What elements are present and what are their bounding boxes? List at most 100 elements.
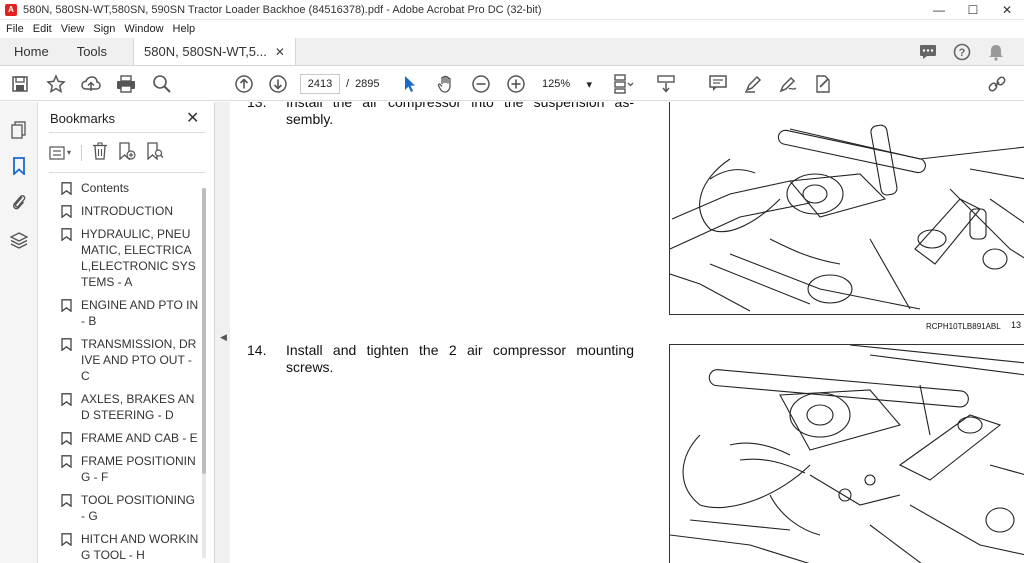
menu-bar: File Edit View Sign Window Help [0,20,1024,38]
page-separator: / [346,78,350,90]
find-bookmark-icon[interactable] [146,142,164,163]
step-14-number: 14. [247,342,267,358]
total-pages: 2895 [355,78,380,90]
delete-bookmark-icon[interactable] [92,142,108,163]
save-icon[interactable] [8,72,32,96]
menu-edit[interactable]: Edit [33,23,52,35]
fill-sign-icon[interactable] [811,72,835,96]
collapse-arrow-icon[interactable]: ◀ [220,332,227,343]
tab-document[interactable]: 580N, 580SN-WT,5... ✕ [133,38,296,65]
tab-close-icon[interactable]: ✕ [275,38,285,66]
scroll-mode-icon[interactable] [654,72,678,96]
bookmark-icon [61,533,72,546]
bookmark-icon [61,455,72,468]
tab-bar: Home Tools 580N, 580SN-WT,5... ✕ ? [0,38,1024,66]
share-link-icon[interactable] [986,72,1010,96]
panel-splitter[interactable]: ◀ [214,102,230,563]
step-14: 14. Install and tighten the 2 air compre… [247,342,647,382]
bookmark-item[interactable]: AXLES, BRAKES AND STEERING - D [61,391,211,423]
cloud-upload-icon[interactable] [79,72,103,96]
tab-tools[interactable]: Tools [63,38,121,65]
notification-bell-icon[interactable] [986,42,1006,62]
step-13: 13. Install the air compressor into the … [247,102,647,134]
page-navigator: 2413 / 2895 [300,74,380,94]
bookmark-icon [61,494,72,507]
layers-icon[interactable] [9,230,29,250]
air-compressor-installation-drawing [670,124,1024,312]
figure-14-illustration [669,344,1024,563]
bookmark-label: HYDRAULIC, PNEUMATIC, ELECTRICAL,ELECTRO… [81,227,196,289]
zoom-level-select[interactable]: 125% ▾ [538,74,596,94]
menu-help[interactable]: Help [173,23,196,35]
print-icon[interactable] [114,72,138,96]
find-search-icon[interactable] [150,72,174,96]
minimize-button[interactable]: — [922,0,956,20]
bookmark-item[interactable]: FRAME POSITIONING - F [61,453,211,485]
tab-bar-right-tools: ? [918,38,1006,66]
bookmark-item[interactable]: INTRODUCTION [61,203,211,219]
bookmark-item[interactable]: FRAME AND CAB - E [61,430,211,446]
bookmarks-panel: Bookmarks ✕ ▾ Contents INTRODUCTION HYDR… [39,102,214,563]
maximize-button[interactable]: ☐ [956,0,990,20]
tab-home[interactable]: Home [0,38,63,65]
bookmark-icon [61,338,72,351]
bookmark-icon [61,299,72,312]
bookmark-label: TOOL POSITIONING - G [81,493,196,523]
new-bookmark-icon[interactable] [118,142,136,163]
bookmarks-toolbar: ▾ [49,142,164,163]
panel-divider [49,172,206,173]
bookmarks-scrollbar[interactable] [202,188,206,558]
document-view[interactable]: 13. Install the air compressor into the … [231,102,1024,563]
help-icon[interactable]: ? [952,42,972,62]
menu-file[interactable]: File [6,23,24,35]
page-display-icon[interactable] [612,72,636,96]
close-panel-icon[interactable]: ✕ [186,108,199,128]
current-page-input[interactable]: 2413 [300,74,340,94]
acrobat-app-icon: A [5,3,17,16]
bookmark-icon [61,432,72,445]
draw-tool-icon[interactable] [776,72,800,96]
main-toolbar: 2413 / 2895 125% ▾ [0,67,1024,101]
scrollbar-thumb[interactable] [202,188,206,474]
comment-chat-icon[interactable] [918,42,938,62]
title-bar: A 580N, 580SN-WT,580SN, 590SN Tractor Lo… [0,0,1024,20]
chevron-down-icon: ▾ [586,78,592,91]
bookmark-label: FRAME POSITIONING - F [81,454,196,484]
page-thumbnails-icon[interactable] [9,120,29,140]
bookmark-label: Contents [81,181,130,195]
menu-sign[interactable]: Sign [93,23,115,35]
next-page-icon[interactable] [266,72,290,96]
figure-13-illustration [669,102,1024,315]
menu-view[interactable]: View [61,23,85,35]
close-window-button[interactable]: ✕ [990,0,1024,20]
bookmarks-list: Contents INTRODUCTION HYDRAULIC, PNEUMAT… [61,180,211,563]
bookmarks-panel-icon[interactable] [9,156,29,176]
hand-tool-icon[interactable] [434,72,458,96]
bookmark-item[interactable]: Contents [61,180,211,196]
zoom-in-icon[interactable] [504,72,528,96]
bookmark-item[interactable]: ENGINE AND PTO IN - B [61,297,211,329]
attachments-paperclip-icon[interactable] [9,192,29,212]
select-cursor-icon[interactable] [398,72,422,96]
bookmark-item[interactable]: TOOL POSITIONING - G [61,492,211,524]
step-13-number: 13. [247,102,267,110]
options-menu-icon[interactable]: ▾ [49,145,71,160]
previous-page-icon[interactable] [232,72,256,96]
menu-window[interactable]: Window [124,23,163,35]
navigation-rail [0,102,38,563]
bookmark-label: TRANSMISSION, DRIVE AND PTO OUT - C [81,337,197,383]
highlight-pen-icon[interactable] [741,72,765,96]
bookmark-label: AXLES, BRAKES AND STEERING - D [81,392,195,422]
bookmark-item[interactable]: HITCH AND WORKING TOOL - H [61,531,211,563]
svg-text:?: ? [959,47,966,59]
bookmark-label: FRAME AND CAB - E [81,431,198,445]
window-title: 580N, 580SN-WT,580SN, 590SN Tractor Load… [23,3,542,16]
add-comment-icon[interactable] [706,72,730,96]
zoom-out-icon[interactable] [469,72,493,96]
panel-divider [49,132,206,133]
bookmark-star-icon[interactable] [44,72,68,96]
bookmark-icon [61,205,72,218]
bookmark-item[interactable]: HYDRAULIC, PNEUMATIC, ELECTRICAL,ELECTRO… [61,226,211,290]
compressor-mounting-screws-drawing [670,345,1024,563]
bookmark-item[interactable]: TRANSMISSION, DRIVE AND PTO OUT - C [61,336,211,384]
